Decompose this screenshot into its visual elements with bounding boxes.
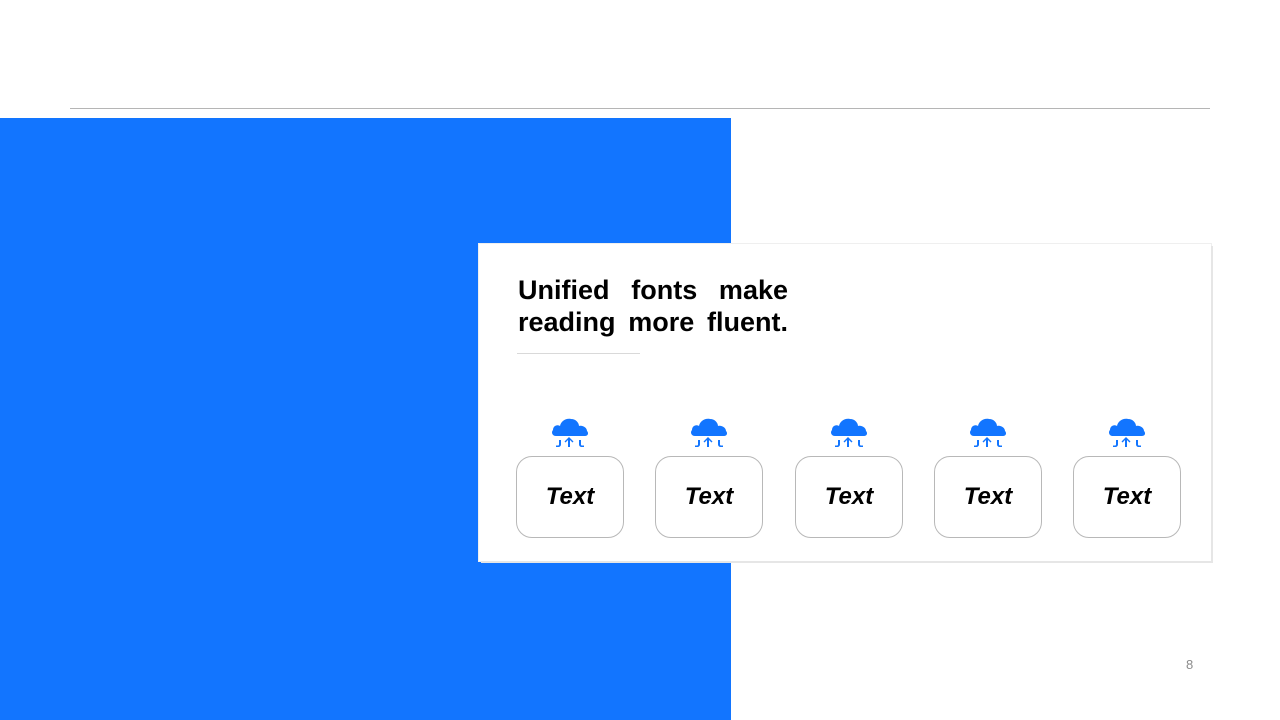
text-item: Text [934, 416, 1042, 538]
text-item: Text [655, 416, 763, 538]
text-item: Text [516, 416, 624, 538]
text-item: Text [1073, 416, 1181, 538]
cloud-upload-icon [970, 418, 1007, 447]
content-card: Unified fonts make reading more fluent. … [479, 244, 1211, 561]
cloud-upload-icon [691, 418, 728, 447]
text-item-box[interactable]: Text [1073, 456, 1181, 538]
page-number: 8 [1186, 657, 1194, 672]
header-divider [70, 108, 1210, 109]
text-item-label: Text [1102, 483, 1152, 510]
slide-headline: Unified fonts make reading more fluent. [518, 275, 788, 337]
text-item-box[interactable]: Text [795, 456, 903, 538]
cloud-upload-icon [1109, 418, 1146, 447]
cloud-upload-icon [552, 418, 589, 447]
text-item-label: Text [963, 483, 1013, 510]
cloud-upload-icon [831, 418, 868, 447]
text-items-row: Text Text Text Text Text [516, 416, 1182, 538]
headline-divider [517, 353, 640, 354]
text-item-box[interactable]: Text [655, 456, 763, 538]
text-item-label: Text [824, 483, 874, 510]
text-item-label: Text [684, 483, 734, 510]
text-item: Text [795, 416, 903, 538]
text-item-box[interactable]: Text [934, 456, 1042, 538]
text-item-box[interactable]: Text [516, 456, 624, 538]
text-item-label: Text [545, 483, 595, 510]
